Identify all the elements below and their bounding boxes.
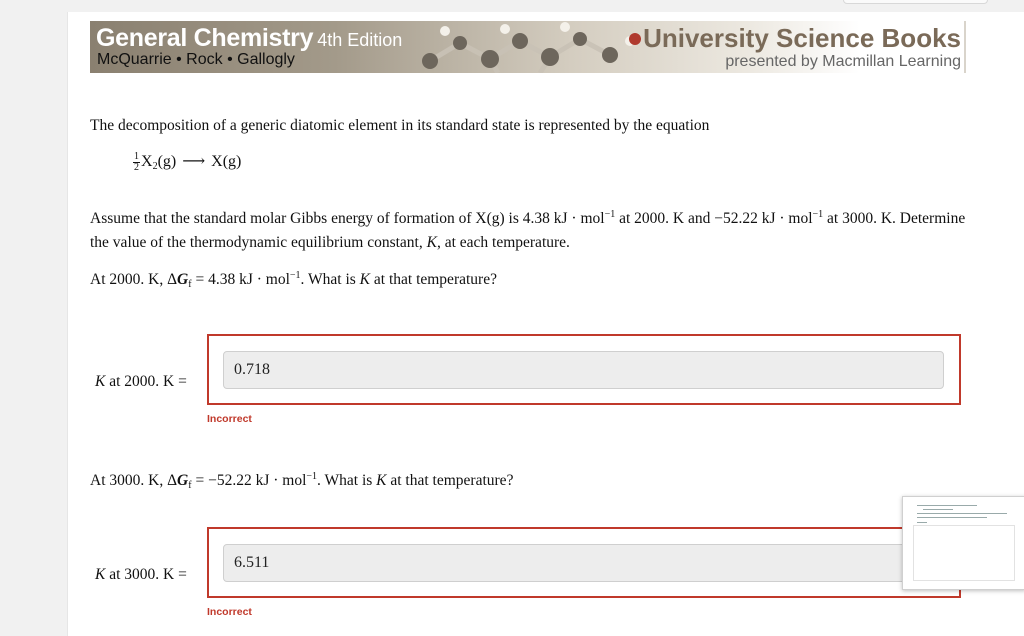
thumbnail-input-area (913, 525, 1015, 581)
part2-prompt-text-3: . What is (317, 472, 377, 489)
publisher-name: University Science Books (629, 23, 961, 54)
part2-feedback-incorrect: Incorrect (207, 606, 252, 618)
part2-prompt: At 3000. K, ΔGf = −52.22 kJ · mol−1. Wha… (90, 469, 513, 493)
part1-prompt-k: K (359, 271, 371, 288)
part2-prompt-text-1: At 3000. K, Δ (90, 472, 178, 489)
fraction-denominator: 2 (134, 161, 139, 173)
publisher-name-text: University Science Books (643, 23, 961, 53)
top-toolbar-stub (843, 0, 988, 4)
assumption-sup-1: −1 (604, 209, 616, 220)
reaction-arrow-icon: ⟶ (182, 153, 206, 170)
part1-prompt-text-2: = 4.38 kJ · mol (191, 271, 290, 288)
part1-answer-box (207, 334, 961, 405)
part1-prompt-text-4: at that temperature? (370, 271, 497, 288)
part1-answer-label: K at 2000. K = (95, 373, 187, 391)
book-edition: 4th Edition (317, 30, 403, 50)
part2-label-text: at 3000. K = (105, 566, 187, 583)
textbook-banner: General Chemistry 4th Edition McQuarrie •… (90, 21, 965, 73)
assumption-k-symbol: K (426, 234, 437, 251)
assumption-sup-2: −1 (812, 209, 824, 220)
assumption-text-4: , at each temperature. (436, 234, 570, 251)
part1-answer-input[interactable] (223, 351, 944, 389)
part2-prompt-text-4: at that temperature? (386, 472, 514, 489)
publisher-subtitle: presented by Macmillan Learning (725, 53, 961, 70)
banner-divider (964, 21, 966, 73)
part2-prompt-text-2: = −52.22 kJ · mol (191, 472, 307, 489)
part1-prompt-text-1: At 2000. K, Δ (90, 271, 178, 288)
part1-prompt-sup: −1 (289, 270, 301, 281)
part2-label-k: K (95, 566, 106, 583)
book-title-main: General Chemistry (96, 24, 314, 52)
part2-prompt-k: K (376, 472, 387, 489)
reactant-state: (g) (157, 153, 177, 170)
part1-label-text: at 2000. K = (105, 373, 187, 390)
part1-prompt: At 2000. K, ΔGf = 4.38 kJ · mol−1. What … (90, 268, 497, 292)
question-assumption: Assume that the standard molar Gibbs ene… (90, 207, 970, 255)
assumption-text-1: Assume that the standard molar Gibbs ene… (90, 210, 605, 227)
part2-prompt-g: G (177, 472, 189, 489)
part2-answer-label: K at 3000. K = (95, 566, 187, 584)
publisher-logo-dot-icon (629, 33, 642, 45)
part1-label-k: K (95, 373, 106, 390)
part2-answer-input[interactable] (223, 544, 944, 582)
reactant: X (141, 153, 153, 170)
part1-feedback-incorrect: Incorrect (207, 413, 252, 425)
question-page: General Chemistry 4th Edition McQuarrie •… (67, 12, 1024, 636)
product: X(g) (211, 153, 242, 170)
part2-answer-box (207, 527, 961, 598)
assumption-text-2: at 2000. K and −52.22 kJ · mol (615, 210, 813, 227)
part2-prompt-sup: −1 (306, 471, 318, 482)
book-title: General Chemistry 4th Edition (96, 24, 402, 53)
half-fraction: 12 (133, 151, 140, 173)
part1-prompt-g: G (177, 271, 189, 288)
page-thumbnail-preview[interactable] (902, 496, 1024, 590)
book-authors: McQuarrie • Rock • Gallogly (97, 51, 295, 68)
question-intro: The decomposition of a generic diatomic … (90, 117, 710, 134)
part1-prompt-text-3: . What is (300, 271, 360, 288)
reaction-equation: 1 2 X2 (g) ⟶ X(g) (133, 151, 241, 173)
